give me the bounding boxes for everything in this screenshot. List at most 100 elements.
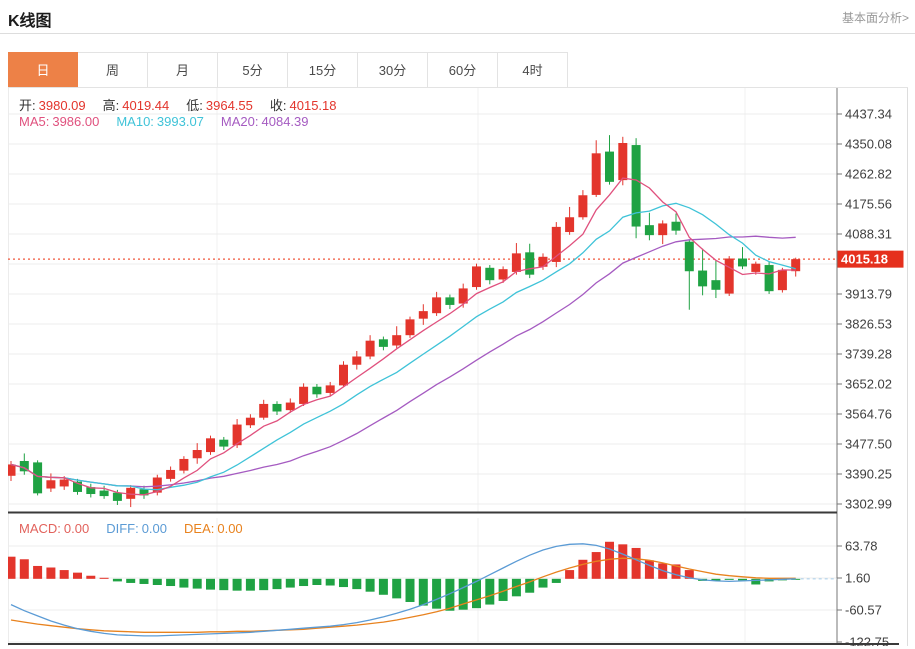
candle: [179, 456, 188, 473]
macd-bar: [219, 579, 228, 590]
price-axis-label: 3913.79: [845, 286, 892, 301]
candle: [219, 437, 228, 450]
ma20-readout: MA20:4084.39: [221, 114, 309, 129]
macd-bar: [618, 544, 627, 578]
macd-bar: [592, 552, 601, 579]
candle: [552, 222, 561, 267]
header-divider: [0, 33, 915, 34]
low-readout: 低:3964.55: [186, 98, 253, 113]
candle: [312, 384, 321, 398]
candle: [73, 479, 82, 495]
candle: [658, 220, 667, 244]
candle: [738, 247, 747, 269]
candle: [273, 401, 282, 415]
macd-bar: [379, 579, 388, 595]
candle: [419, 304, 428, 325]
tab-30min[interactable]: 30分: [358, 52, 428, 87]
candle: [246, 414, 255, 428]
tab-week[interactable]: 周: [78, 52, 148, 87]
candle: [472, 264, 481, 290]
macd-bar: [273, 579, 282, 589]
diff-line: [11, 544, 796, 636]
macd-bar: [632, 548, 641, 579]
macd-bar: [552, 579, 561, 583]
price-axis-label: 4262.82: [845, 167, 892, 182]
kline-page: K线图 基本面分析> 日周月5分15分30分60分4时 4437.344350.…: [0, 0, 915, 649]
macd-bar: [193, 579, 202, 589]
candle: [46, 473, 55, 492]
macd-bar: [366, 579, 375, 592]
candle: [525, 244, 534, 278]
macd-bar: [339, 579, 348, 587]
macd-readout: MACD:0.00: [19, 521, 89, 536]
price-axis-label: 4437.34: [845, 107, 892, 122]
price-axis-label: 4175.56: [845, 197, 892, 212]
candle: [592, 140, 601, 197]
candle: [339, 361, 348, 387]
candle: [406, 317, 415, 338]
macd-bar: [166, 579, 175, 586]
candle: [193, 443, 202, 464]
candle: [578, 190, 587, 220]
ma5-readout: MA5:3986.00: [19, 114, 99, 129]
macd-bar: [20, 559, 29, 579]
price-axis-label: 3826.53: [845, 316, 892, 331]
macd-bar: [113, 579, 122, 582]
candle: [259, 400, 268, 420]
kline-chart[interactable]: 4437.344350.084262.824175.564088.313913.…: [8, 88, 908, 646]
macd-bar: [126, 579, 135, 583]
macd-bar: [326, 579, 335, 586]
macd-bar: [233, 579, 242, 591]
candle: [711, 260, 720, 298]
page-title: K线图: [8, 7, 52, 31]
macd-bar: [259, 579, 268, 590]
candle: [432, 292, 441, 316]
tab-5min[interactable]: 5分: [218, 52, 288, 87]
tab-month[interactable]: 月: [148, 52, 218, 87]
macd-bar: [392, 579, 401, 599]
candle: [33, 460, 42, 495]
price-axis-label: 3302.99: [845, 496, 892, 511]
tab-15min[interactable]: 15分: [288, 52, 358, 87]
macd-bar: [206, 579, 215, 590]
macd-bar: [286, 579, 295, 588]
macd-bar: [153, 579, 162, 585]
macd-panel-bottom-bar: [8, 643, 899, 645]
current-price-badge: 4015.18: [838, 251, 904, 268]
main-panel-bottom-bar: [8, 512, 837, 514]
macd-readout: MACD:0.00DIFF:0.00DEA:0.00: [19, 521, 260, 536]
tab-4hour[interactable]: 4时: [498, 52, 568, 87]
macd-axis-label: 63.78: [845, 539, 878, 554]
high-readout: 高:4019.44: [103, 98, 170, 113]
price-axis-label: 3564.76: [845, 406, 892, 421]
macd-bar: [565, 570, 574, 579]
candle: [379, 337, 388, 351]
macd-bar: [46, 568, 55, 579]
macd-bar: [100, 578, 109, 579]
macd-bar: [179, 579, 188, 588]
macd-bar: [645, 560, 654, 579]
ma-readout: MA5:3986.00MA10:3993.07MA20:4084.39: [19, 114, 326, 129]
macd-bar: [8, 557, 16, 579]
fundamental-analysis-link[interactable]: 基本面分析>: [842, 9, 909, 26]
interval-tabbar: 日周月5分15分30分60分4时: [8, 52, 908, 88]
diff-readout: DIFF:0.00: [106, 521, 167, 536]
price-axis-label: 3652.02: [845, 376, 892, 391]
candle: [20, 453, 29, 474]
macd-bar: [140, 579, 149, 584]
tab-day[interactable]: 日: [8, 52, 78, 87]
candle: [632, 138, 641, 238]
macd-bar: [485, 579, 494, 605]
candle: [725, 256, 734, 296]
candle: [698, 249, 707, 296]
macd-bar: [578, 560, 587, 579]
candle: [86, 484, 95, 498]
open-readout: 开:3980.09: [19, 98, 86, 113]
candle: [605, 135, 614, 185]
candle: [685, 240, 694, 310]
candle: [791, 258, 800, 277]
candle: [366, 335, 375, 359]
candle: [166, 467, 175, 482]
tab-60min[interactable]: 60分: [428, 52, 498, 87]
ohlc-readout: 开:3980.09高:4019.44低:3964.55收:4015.18: [19, 95, 354, 114]
